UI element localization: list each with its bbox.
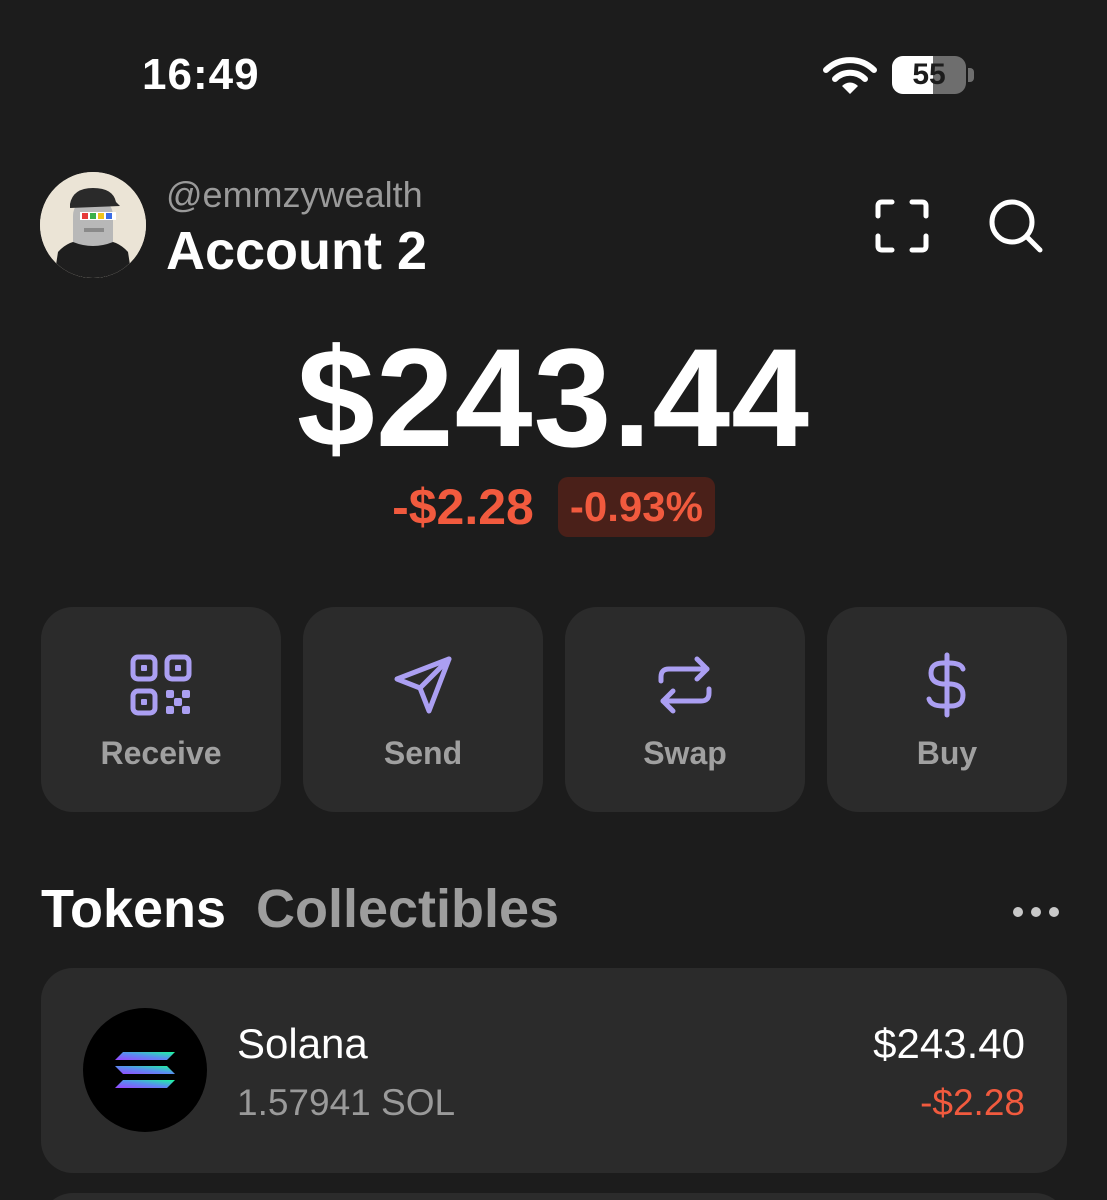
balance-change: -$2.28 -0.93%	[0, 476, 1107, 538]
account-header: @emmzywealth Account 2	[0, 160, 1107, 290]
token-value: $243.40	[873, 1020, 1025, 1067]
scan-icon[interactable]	[870, 194, 934, 258]
total-balance: $243.44	[296, 319, 811, 476]
token-row-solana[interactable]: Solana 1.57941 SOL $243.40 -$2.28	[41, 968, 1067, 1173]
token-amount: 1.57941 SOL	[237, 1082, 456, 1123]
search-icon[interactable]	[984, 194, 1048, 258]
token-name: Solana	[237, 1020, 368, 1067]
buy-button[interactable]: Buy	[827, 607, 1067, 812]
account-name[interactable]: Account 2	[166, 220, 427, 282]
swap-label: Swap	[643, 735, 727, 771]
status-bar: 16:49 55	[0, 0, 1107, 140]
token-row-next[interactable]	[41, 1193, 1067, 1200]
avatar-image	[40, 172, 146, 278]
swap-button[interactable]: Swap	[565, 607, 805, 812]
wallet-home-screen: 16:49 55 @emmzywealth Account 2 $243.44 …	[0, 0, 1107, 1200]
wifi-icon	[823, 57, 877, 94]
token-change: -$2.28	[920, 1082, 1025, 1123]
avatar[interactable]	[40, 172, 146, 278]
send-icon	[394, 656, 452, 714]
send-label: Send	[383, 735, 463, 771]
account-handle[interactable]: @emmzywealth	[166, 174, 423, 216]
dollar-icon	[926, 652, 966, 718]
more-options-icon[interactable]	[1008, 900, 1064, 924]
tab-collectibles[interactable]: Collectibles	[256, 878, 559, 940]
send-button[interactable]: Send	[303, 607, 543, 812]
status-time: 16:49	[142, 50, 260, 99]
tab-tokens[interactable]: Tokens	[41, 878, 226, 940]
solana-logo-icon	[83, 1008, 207, 1132]
qr-code-icon	[130, 654, 192, 716]
receive-label: Receive	[100, 735, 222, 771]
battery-level: 55	[912, 58, 946, 91]
change-amount: -$2.28	[392, 479, 534, 535]
change-percent-badge: -0.93%	[557, 477, 715, 537]
swap-icon	[658, 656, 712, 714]
quick-actions: Receive Send Swap Buy	[41, 607, 1067, 812]
buy-label: Buy	[916, 735, 978, 771]
asset-tabs: Tokens Collectibles	[0, 878, 1107, 948]
receive-button[interactable]: Receive	[41, 607, 281, 812]
battery-icon: 55	[892, 56, 974, 94]
